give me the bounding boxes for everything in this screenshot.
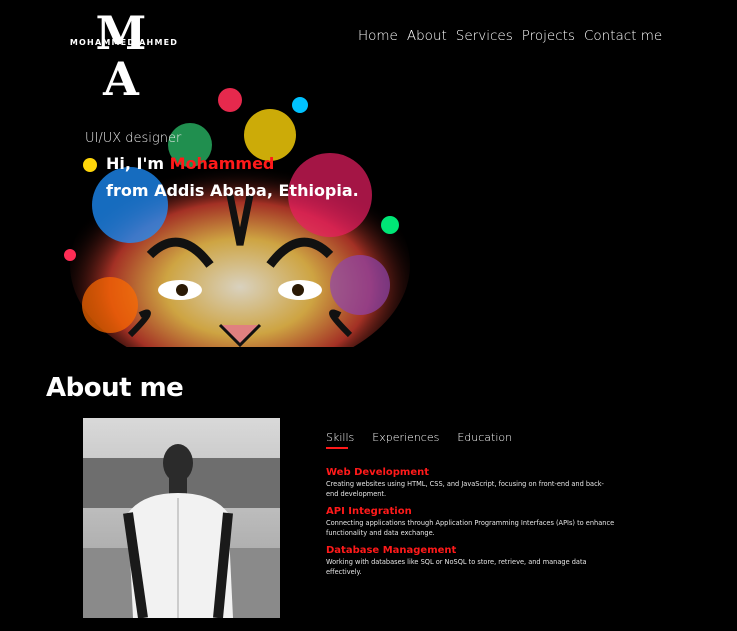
skill-title: Web Development	[326, 467, 430, 478]
nav-contact[interactable]: Contact me	[584, 28, 662, 44]
nav-services[interactable]: Services	[456, 28, 513, 44]
nav-home[interactable]: Home	[358, 28, 398, 44]
skill-desc: Connecting applications through Applicat…	[326, 519, 615, 537]
hero-tiger-art	[30, 75, 430, 347]
greeting-location: from Addis Ababa, Ethiopia.	[106, 181, 359, 200]
about-tabs: Skills Experiences Education	[326, 431, 512, 449]
tab-experiences[interactable]: Experiences	[372, 431, 439, 444]
logo[interactable]: M A MOHAMMED AHMED	[64, 10, 184, 102]
skill-title: Database Management	[326, 545, 457, 556]
hero-role: UI/UX designer	[85, 131, 182, 146]
nav-projects[interactable]: Projects	[522, 28, 575, 44]
greeting-name: Mohammed	[169, 154, 275, 173]
skill-desc: Creating websites using HTML, CSS, and J…	[326, 480, 604, 498]
tab-education[interactable]: Education	[457, 431, 512, 444]
skill-desc: Working with databases like SQL or NoSQL…	[326, 558, 587, 576]
main-nav: Home About Services Projects Contact me	[358, 28, 662, 44]
skill-title: API Integration	[326, 506, 412, 517]
hero-greeting: Hi, I'm Mohammed from Addis Ababa, Ethio…	[106, 150, 359, 204]
about-title: About me	[46, 373, 184, 403]
logo-name: MOHAMMED AHMED	[69, 38, 179, 47]
greeting-prefix: Hi, I'm	[106, 154, 170, 173]
profile-photo	[83, 418, 280, 618]
skill-item: Web Development Creating websites using …	[326, 466, 616, 499]
skill-item: API Integration Connecting applications …	[326, 505, 616, 538]
skill-item: Database Management Working with databas…	[326, 544, 616, 577]
skills-list: Web Development Creating websites using …	[326, 466, 616, 583]
nav-about[interactable]: About	[407, 28, 447, 44]
tab-skills[interactable]: Skills	[326, 431, 354, 449]
